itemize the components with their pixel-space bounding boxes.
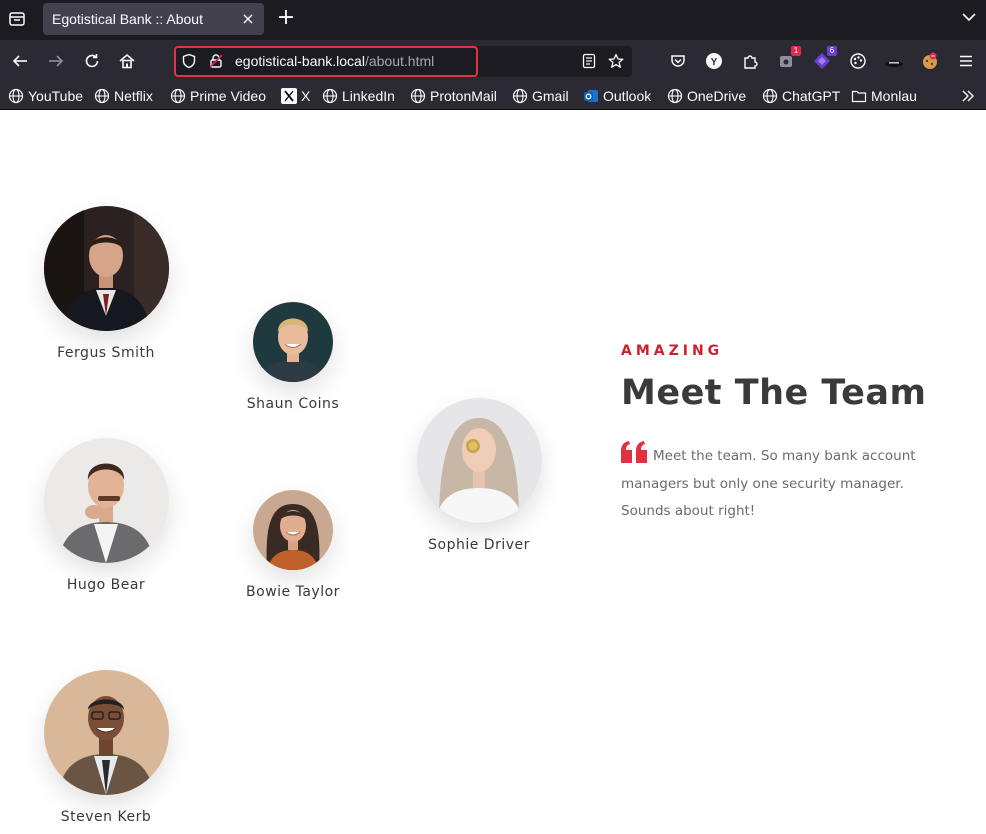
chevron-double-right-icon[interactable] <box>960 87 976 105</box>
bookmark-label: Gmail <box>532 88 569 104</box>
avatar-bowie-taylor <box>253 490 333 570</box>
notification-badge: 1 <box>791 46 801 56</box>
team-quote: Meet the team. So many bank account mana… <box>621 441 941 526</box>
globe-icon <box>94 88 110 104</box>
globe-icon <box>322 88 338 104</box>
bookmark-label: Prime Video <box>190 88 267 104</box>
new-tab-icon[interactable]: + <box>276 7 296 29</box>
bookmark-protonmail[interactable]: ProtonMail <box>410 87 497 105</box>
member-name: Steven Kerb <box>60 809 152 825</box>
bookmarks-toolbar: YouTube Netflix Prime Video X LinkedIn P… <box>0 82 986 110</box>
quote-icon <box>621 441 648 463</box>
shield-icon[interactable] <box>181 53 197 69</box>
quote-text: Meet the team. So many bank account mana… <box>621 448 916 519</box>
bookmark-label: Outlook <box>603 88 652 104</box>
team-member-card: Sophie Driver <box>407 398 551 553</box>
nav-bar: egotistical-bank.local/about.html Y 1 6 <box>0 40 986 82</box>
back-icon[interactable] <box>9 50 31 72</box>
team-member-card: Steven Kerb <box>34 670 178 825</box>
globe-icon <box>410 88 426 104</box>
avatar-fergus-smith <box>43 206 169 331</box>
bookmark-x[interactable]: X <box>281 87 310 105</box>
globe-icon <box>667 88 683 104</box>
forward-icon[interactable] <box>45 50 67 72</box>
bookmark-onedrive[interactable]: OneDrive <box>667 87 746 105</box>
outlook-icon <box>583 88 599 104</box>
bookmark-label: Monlau <box>871 88 917 104</box>
avatar-hugo-bear <box>43 438 169 563</box>
svg-text:Y: Y <box>711 57 718 68</box>
team-member-card: Fergus Smith <box>34 206 178 361</box>
member-name: Fergus Smith <box>57 345 155 361</box>
member-name: Sophie Driver <box>428 537 530 553</box>
pocket-icon[interactable] <box>667 50 689 72</box>
bookmark-label: Netflix <box>114 88 153 104</box>
bookmark-star-icon[interactable] <box>608 53 624 69</box>
bookmark-label: ProtonMail <box>430 88 497 104</box>
avatar-sophie-driver <box>416 398 542 523</box>
avatar-shaun-coins <box>253 302 333 382</box>
url-path: /about.html <box>364 53 435 69</box>
member-name: Hugo Bear <box>66 577 146 593</box>
bookmark-label: X <box>301 88 311 104</box>
about-page: Fergus Smith Shaun Coins Hugo Bear Bowie… <box>0 111 986 834</box>
reader-view-icon[interactable] <box>581 53 597 69</box>
tab-bar: Egotistical Bank :: About × + <box>0 0 986 40</box>
url-bar[interactable]: egotistical-bank.local/about.html <box>174 46 632 77</box>
bookmark-folder-monlau[interactable]: Monlau <box>851 87 917 105</box>
extensions-puzzle-icon[interactable] <box>739 50 761 72</box>
cookie-extension-icon[interactable] <box>919 50 941 72</box>
tab-list-icon[interactable] <box>6 8 28 30</box>
team-member-card: Bowie Taylor <box>233 490 353 600</box>
palette-extension-icon[interactable] <box>847 50 869 72</box>
purple-extension-icon[interactable]: 6 <box>811 46 837 72</box>
tab-active[interactable]: Egotistical Bank :: About × <box>43 3 264 35</box>
bookmark-linkedin[interactable]: LinkedIn <box>322 87 395 105</box>
member-name: Bowie Taylor <box>246 584 340 600</box>
section-eyebrow: AMAZING <box>621 343 724 359</box>
globe-icon <box>762 88 778 104</box>
home-icon[interactable] <box>116 50 138 72</box>
bookmark-label: OneDrive <box>687 88 747 104</box>
bookmark-youtube[interactable]: YouTube <box>8 87 83 105</box>
hamburger-menu-icon[interactable] <box>955 50 977 72</box>
reload-icon[interactable] <box>81 50 103 72</box>
close-tab-icon[interactable]: × <box>240 11 256 27</box>
team-member-card: Hugo Bear <box>34 438 178 593</box>
section-heading: Meet The Team <box>621 373 927 413</box>
url-host: egotistical-bank.local <box>235 53 365 69</box>
bookmark-label: ChatGPT <box>782 88 841 104</box>
bookmark-netflix[interactable]: Netflix <box>94 87 153 105</box>
bookmark-prime-video[interactable]: Prime Video <box>170 87 266 105</box>
x-logo-icon <box>281 88 297 104</box>
yoroi-extension-icon[interactable]: Y <box>703 50 725 72</box>
team-member-card: Shaun Coins <box>233 302 353 412</box>
bookmark-chatgpt[interactable]: ChatGPT <box>762 87 840 105</box>
bookmark-gmail[interactable]: Gmail <box>512 87 569 105</box>
bookmark-label: LinkedIn <box>342 88 395 104</box>
chevron-down-icon[interactable] <box>960 8 978 26</box>
folder-icon <box>851 88 867 104</box>
globe-icon <box>512 88 528 104</box>
purple-badge: 6 <box>827 46 837 56</box>
globe-icon <box>8 88 24 104</box>
insecure-lock-icon[interactable] <box>208 53 224 69</box>
hat-extension-icon[interactable] <box>883 50 905 72</box>
bookmark-label: YouTube <box>28 88 84 104</box>
notification-extension-icon[interactable]: 1 <box>775 46 801 72</box>
globe-icon <box>170 88 186 104</box>
url-text[interactable]: egotistical-bank.local/about.html <box>235 53 434 69</box>
bookmark-outlook[interactable]: Outlook <box>583 87 651 105</box>
tab-title: Egotistical Bank :: About <box>52 11 203 27</box>
member-name: Shaun Coins <box>246 396 340 412</box>
avatar-steven-kerb <box>43 670 169 795</box>
